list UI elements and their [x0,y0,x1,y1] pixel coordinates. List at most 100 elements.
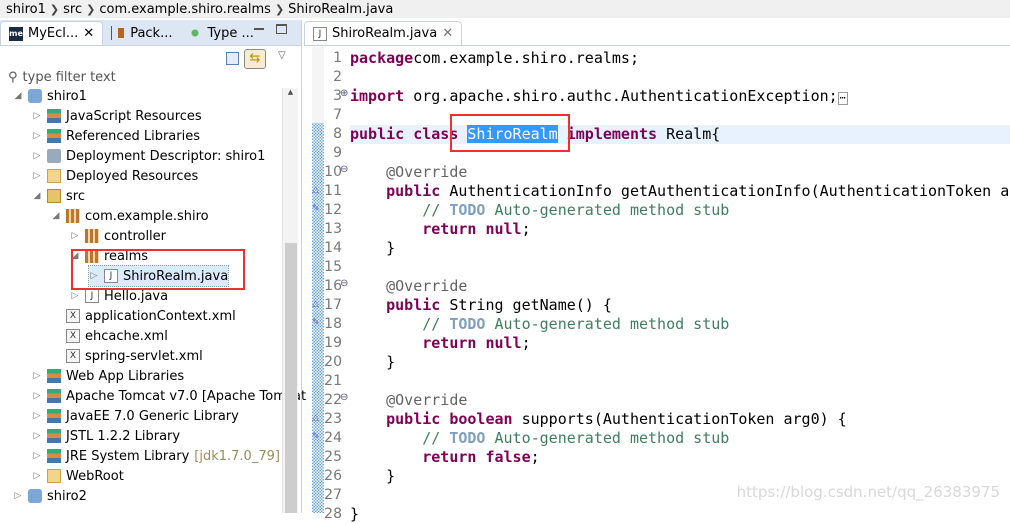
code-line: public AuthenticationInfo getAuthenticat… [350,182,1010,201]
collapse-fold-icon[interactable]: ⊖ [340,164,348,175]
package-icon [66,209,80,223]
expanded-arrow-icon[interactable]: ◢ [51,211,61,221]
collapse-fold-icon[interactable]: ⊖ [340,278,348,289]
tree-item-label: Referenced Libraries [66,128,200,144]
code-line: @Override [350,163,1010,182]
scrollbar-thumb[interactable] [285,243,297,513]
collapsed-arrow-icon[interactable]: ▷ [32,471,42,481]
override-marker-icon[interactable]: △ [312,185,319,195]
tree-item[interactable]: Xehcache.xml [51,326,168,346]
line-number: 3 [333,88,342,104]
tree-item-label: src [66,188,85,204]
code-line: } [350,505,1010,524]
collapsed-arrow-icon[interactable]: ▷ [32,411,42,421]
line-number: 18 [324,316,342,332]
line-number: 7 [333,107,342,123]
search-icon: ⚲ [8,70,18,85]
tree-item[interactable]: Xspring-servlet.xml [51,346,203,366]
collapsed-arrow-icon[interactable]: ▷ [70,291,80,301]
breadcrumb-item[interactable]: shiro1 [6,2,46,17]
code-token: public [386,296,441,314]
close-icon[interactable]: ✕ [442,26,453,41]
collapse-all-icon[interactable] [226,52,239,65]
link-with-editor-icon[interactable]: ⇆ [244,49,266,69]
tab-myeclipse[interactable]: me MyEcl... ✕ [0,21,104,45]
editor-tab[interactable]: J ShiroRealm.java ✕ [304,21,463,45]
tab-label: Pack... [130,25,173,41]
breadcrumb-item[interactable]: ShiroRealm.java [288,2,393,17]
tree-item[interactable]: XapplicationContext.xml [51,306,236,326]
tree-item[interactable]: ▷ JavaEE 7.0 Generic Library [32,406,239,426]
filter-field[interactable]: ⚲ type filter text [8,70,116,85]
code-token: // [422,201,450,219]
collapsed-arrow-icon[interactable]: ▷ [32,391,42,401]
code-token: package [350,49,414,67]
expanded-arrow-icon[interactable]: ◢ [13,91,23,101]
maximize-icon[interactable] [276,24,287,34]
tree-item[interactable]: ▷ JSTL 1.2.2 Library [32,426,181,446]
tree-item[interactable]: ▷ JRE System Library [jdk1.7.0_79] [32,446,280,466]
tree-item[interactable]: ◢ com.example.shiro [51,206,209,226]
tree-item[interactable]: ▷ Apache Tomcat v7.0 [Apache Tomcat [32,386,307,406]
override-marker-icon[interactable]: △ [312,299,319,309]
tree-item[interactable]: ◢ src [32,186,85,206]
line-number: 22 [324,392,342,408]
tab-package-explorer[interactable]: Pack... [103,21,180,45]
view-menu-icon[interactable]: ▽ [278,50,286,61]
task-marker-icon[interactable]: ✎ [312,204,320,214]
collapsed-arrow-icon[interactable]: ▷ [32,111,42,121]
tab-type-hierarchy[interactable]: Type ... [180,21,261,45]
collapsed-arrow-icon[interactable]: ▷ [13,491,23,501]
code-token: @Override [386,391,468,409]
tree-item[interactable]: ▷ JavaScript Resources [32,106,202,126]
collapsed-arrow-icon[interactable]: ▷ [32,151,42,161]
collapsed-arrow-icon[interactable]: ▷ [32,171,42,181]
tree-item[interactable]: ▷ Referenced Libraries [32,126,200,146]
collapsed-arrow-icon[interactable]: ▷ [32,131,42,141]
collapsed-arrow-icon[interactable]: ▷ [32,371,42,381]
tree-item[interactable]: ▷ controller [70,226,167,246]
code-token: Auto-generated method stub [485,429,730,447]
java-file-icon: J [85,289,99,303]
code-token: return false [422,448,531,466]
breadcrumb-item[interactable]: com.example.shiro.realms [99,2,271,17]
tree-item[interactable]: ▷ Web App Libraries [32,366,185,386]
task-marker-icon[interactable]: ✎ [312,318,320,328]
collapsed-arrow-icon[interactable]: ▷ [32,451,42,461]
tree-item[interactable]: ▷ shiro2 [13,486,87,506]
project-explorer-panel: me MyEcl... ✕ Pack... Type ... ⇆ ▽ ⚲ type fil… [0,20,306,513]
tree-item[interactable]: ▷ Deployed Resources [32,166,199,186]
collapsed-arrow-icon[interactable]: ▷ [70,231,80,241]
tree-item[interactable]: ◢ shiro1 [13,86,87,106]
tree-item[interactable]: ▷ Deployment Descriptor: shiro1 [32,146,266,166]
line-number: 15 [324,259,342,275]
expand-fold-icon[interactable]: ⊕ [340,88,348,99]
line-number: 13 [324,221,342,237]
task-marker-icon[interactable]: ✎ [312,432,320,442]
tree-scrollbar[interactable]: ▲ [282,88,298,513]
code-token: ; [521,220,531,238]
close-icon[interactable]: ✕ [83,26,94,41]
tree-item-label: JRE System Library [66,448,190,464]
code-token: Auto-generated method stub [485,315,730,333]
line-number: 28 [324,506,342,522]
tree-item[interactable]: ▷ WebRoot [32,466,124,486]
library-icon [47,129,61,143]
code-token: Realm{ [657,125,721,143]
code-token: import [350,87,405,105]
breadcrumb-item[interactable]: src [63,2,82,17]
expanded-arrow-icon[interactable]: ◢ [32,191,42,201]
collapse-fold-icon[interactable]: ⊖ [340,392,348,403]
package-explorer-icon [111,26,126,40]
override-marker-icon[interactable]: △ [312,413,319,423]
minimize-icon[interactable] [254,28,264,30]
code-line: packagecom.example.shiro.realms; [350,49,1010,68]
type-hierarchy-icon [188,26,203,40]
collapsed-arrow-icon[interactable]: ▷ [32,431,42,441]
code-line: public boolean supports(AuthenticationTo… [350,410,1010,429]
